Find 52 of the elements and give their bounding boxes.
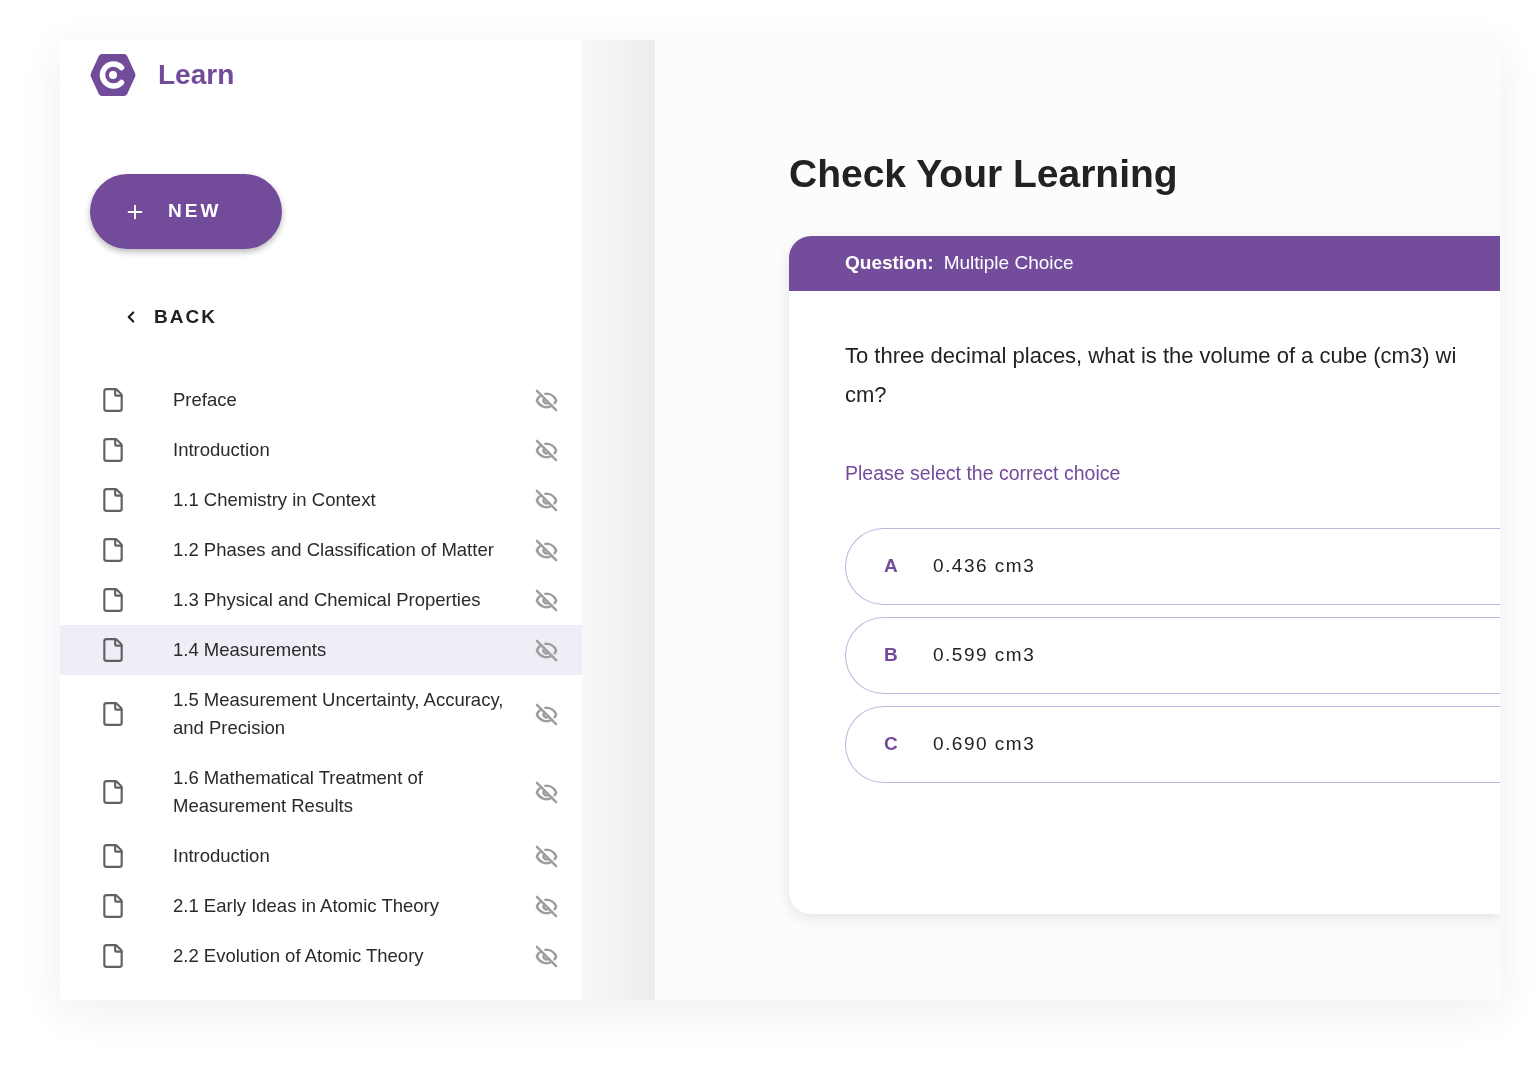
document-icon — [100, 778, 126, 806]
document-icon — [100, 842, 126, 870]
item-title: 1.5 Measurement Uncertainty, Accuracy, and Precision — [173, 688, 505, 740]
answer-choice[interactable]: A 0.436 cm3 — [845, 528, 1500, 605]
choice-letter: B — [884, 643, 899, 668]
item-title: 1.1 Chemistry in Context — [173, 488, 377, 512]
item-title: Introduction — [173, 438, 271, 462]
document-icon — [100, 536, 126, 564]
item-title: Introduction — [173, 844, 271, 868]
document-icon — [100, 386, 126, 414]
item-title: 2.2 Evolution of Atomic Theory — [173, 944, 425, 968]
question-label: Question: — [845, 251, 934, 276]
eye-off-icon[interactable] — [535, 438, 558, 462]
item-title: 2.1 Early Ideas in Atomic Theory — [173, 894, 440, 918]
choice-value: 0.599 cm3 — [933, 643, 1036, 668]
document-icon — [100, 892, 126, 920]
document-icon — [100, 436, 126, 464]
eye-off-icon[interactable] — [535, 488, 558, 512]
eye-off-icon[interactable] — [535, 538, 558, 562]
document-icon — [100, 486, 126, 514]
choice-letter: A — [884, 554, 899, 579]
eye-off-icon[interactable] — [535, 588, 558, 612]
eye-off-icon[interactable] — [535, 638, 558, 662]
eye-off-icon[interactable] — [535, 780, 558, 804]
document-icon — [100, 700, 126, 728]
choice-letter: C — [884, 732, 899, 757]
toc-item[interactable]: 1.4 Measurements — [60, 625, 582, 675]
item-title: 1.4 Measurements — [173, 638, 328, 662]
instruction-text: Please select the correct choice — [845, 461, 1122, 486]
logo-icon — [90, 52, 136, 97]
eye-off-icon[interactable] — [535, 844, 558, 868]
eye-off-icon[interactable] — [535, 388, 558, 412]
eye-off-icon[interactable] — [535, 944, 558, 968]
choice-value: 0.436 cm3 — [933, 554, 1036, 579]
item-title: Preface — [173, 388, 238, 412]
choice-value: 0.690 cm3 — [933, 732, 1036, 757]
document-icon — [100, 586, 126, 614]
item-title: 1.2 Phases and Classification of Matter — [173, 538, 495, 562]
item-title: 1.6 Mathematical Treatment of Measurement Results — [173, 766, 424, 818]
document-icon — [100, 942, 126, 970]
answer-choice[interactable]: B 0.599 cm3 — [845, 617, 1500, 694]
app-name: Learn — [158, 60, 235, 89]
back-button[interactable]: BACK — [122, 297, 282, 337]
new-button[interactable]: NEW — [90, 174, 282, 249]
page-title: Check Your Learning — [789, 151, 1179, 197]
answer-choice[interactable]: C 0.690 cm3 — [845, 706, 1500, 783]
question-text: To three decimal places, what is the volume of a cube (cm3) wi cm? — [845, 342, 1458, 409]
item-title: 1.3 Physical and Chemical Properties — [173, 588, 482, 612]
question-type: Multiple Choice — [943, 251, 1074, 276]
eye-off-icon[interactable] — [535, 894, 558, 918]
document-icon — [100, 636, 126, 664]
eye-off-icon[interactable] — [535, 702, 558, 726]
